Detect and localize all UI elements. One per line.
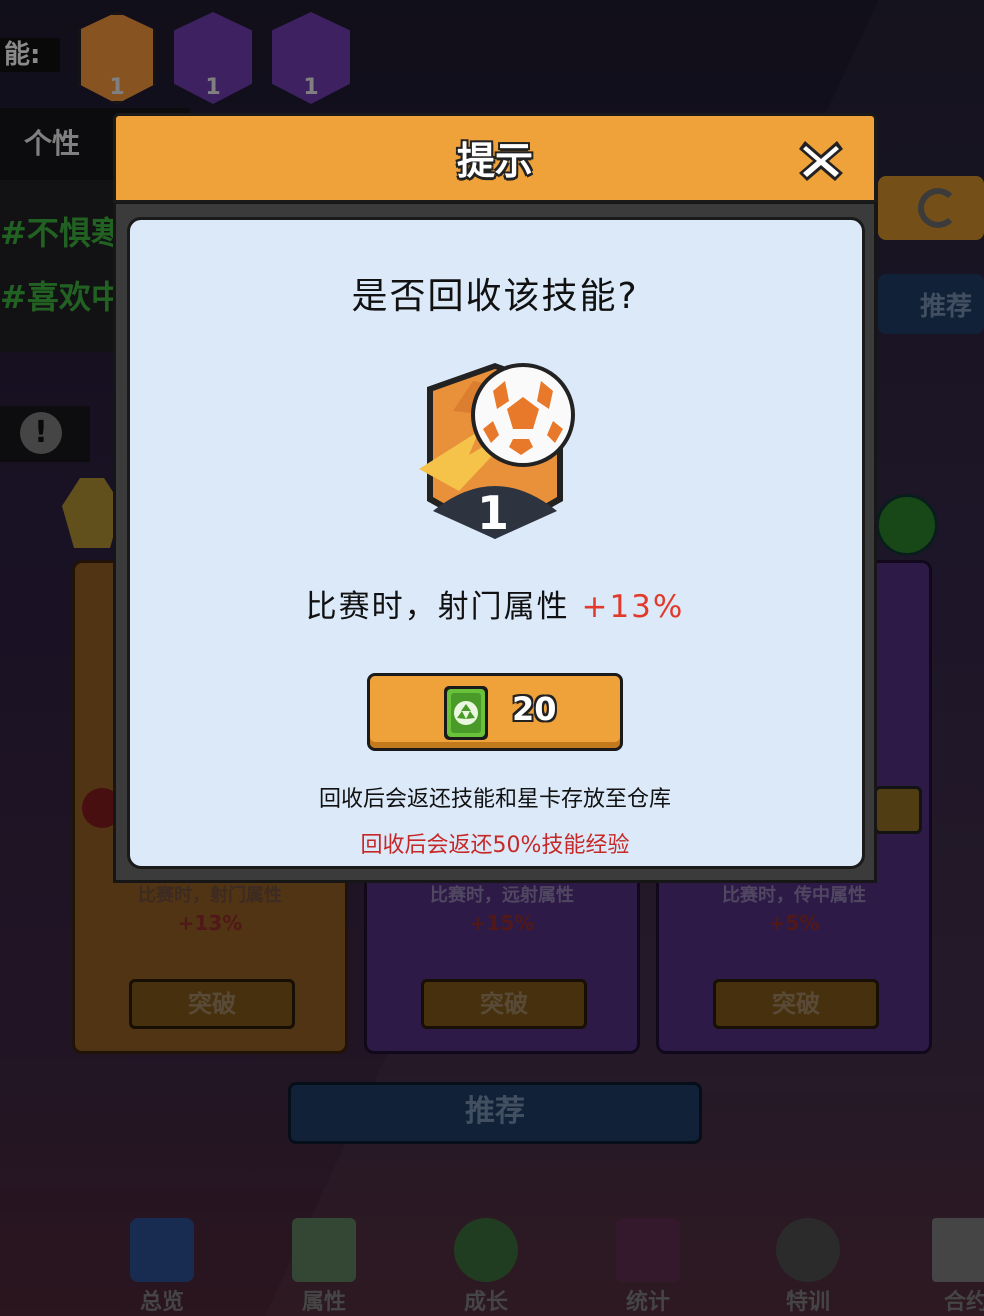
recycle-confirm-button[interactable]: 20 xyxy=(367,673,623,751)
dialog-header: 提示 xyxy=(113,113,877,203)
skill-level-label: 1 xyxy=(477,486,509,540)
close-icon[interactable] xyxy=(797,137,845,185)
recycle-return-note: 回收后会返还技能和星卡存放至仓库 xyxy=(318,787,671,812)
skill-effect-value: +13% xyxy=(581,589,685,625)
recycle-question: 是否回收该技能? xyxy=(351,276,639,317)
dialog-title: 提示 xyxy=(456,139,533,183)
soccer-ball-badge-icon: 1 xyxy=(419,363,575,540)
recycle-card-icon xyxy=(444,686,488,740)
recycle-confirm-dialog: 提示 是否回收该技能? 1 比赛时，射门属性 +13% 20 回收后会返还技能和… xyxy=(113,113,877,883)
recycle-exp-note: 回收后会返还50%技能经验 xyxy=(360,833,630,858)
recycle-cost: 20 xyxy=(512,690,557,728)
skill-effect: 比赛时，射门属性 +13% xyxy=(305,589,685,625)
